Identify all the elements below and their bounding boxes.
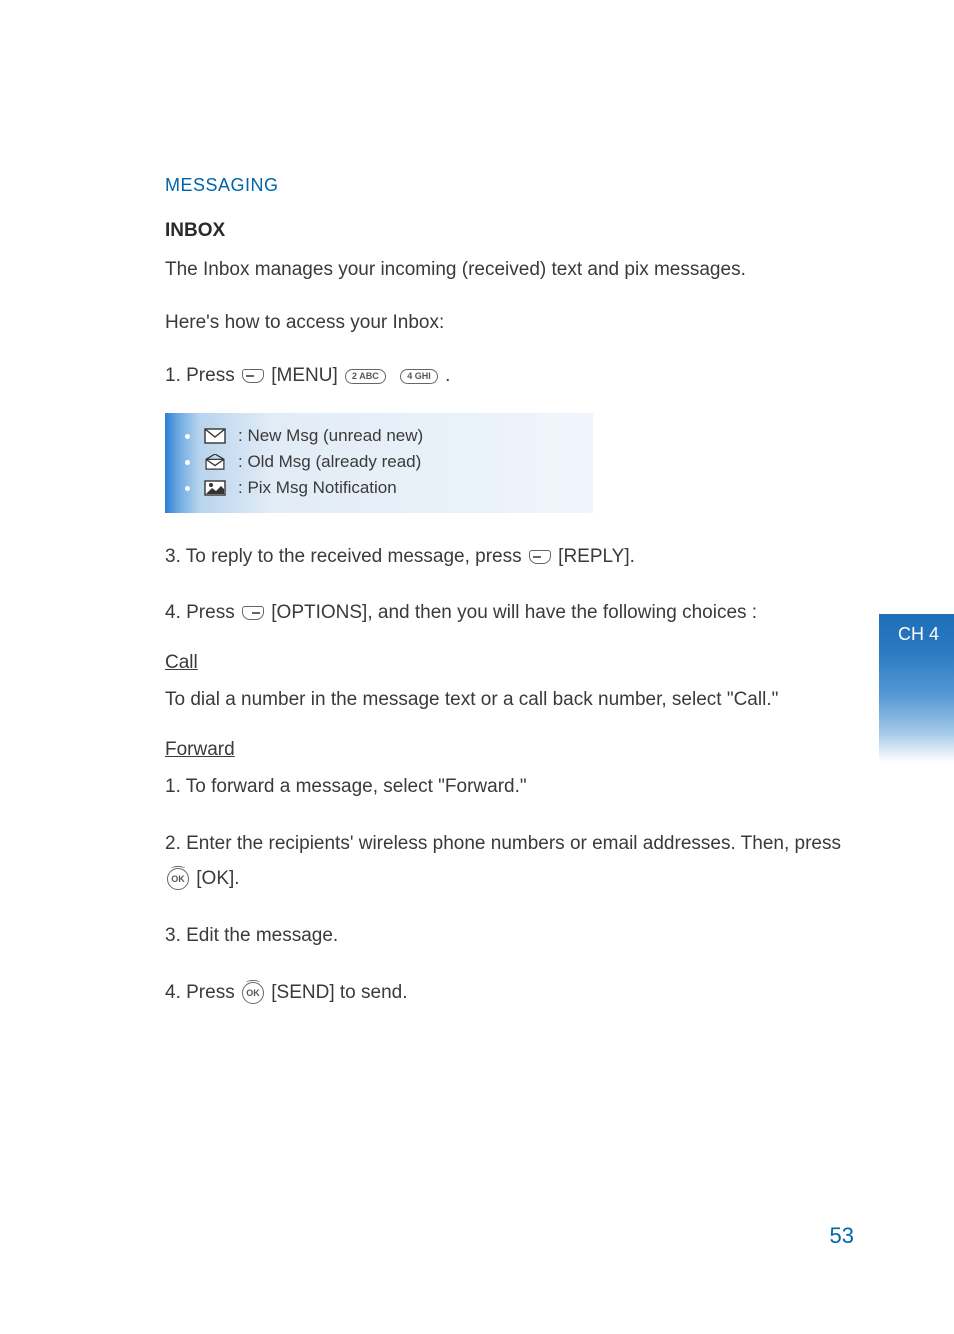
intro-text-2: Here's how to access your Inbox: xyxy=(165,305,854,340)
step-1-menu: [MENU] xyxy=(266,365,343,386)
fwd4-suffix: [SEND] to send. xyxy=(266,982,408,1003)
step-3-prefix: 3. To reply to the received message, pre… xyxy=(165,546,527,567)
bullet-icon xyxy=(185,486,190,491)
legend-label-new: : New Msg (unread new) xyxy=(238,426,423,446)
option-call-body: To dial a number in the message text or … xyxy=(165,682,854,717)
step-1-prefix: 1. Press xyxy=(165,365,240,386)
legend-label-pix: : Pix Msg Notification xyxy=(238,478,397,498)
icon-legend-box: : New Msg (unread new) : Old Msg (alread… xyxy=(165,413,593,513)
fwd2-suffix: [OK]. xyxy=(191,868,240,889)
section-title: MESSAGING xyxy=(165,175,854,196)
step-4-suffix: [OPTIONS], and then you will have the fo… xyxy=(266,602,757,623)
step-1: 1. Press [MENU] 2 ABC 4 GHI . xyxy=(165,358,854,393)
envelope-closed-icon xyxy=(204,428,226,444)
step-3-suffix: [REPLY]. xyxy=(553,546,635,567)
key-4-icon: 4 GHI xyxy=(400,369,438,384)
chapter-tab-label: CH 4 xyxy=(879,614,954,645)
bullet-icon xyxy=(185,460,190,465)
step-4-prefix: 4. Press xyxy=(165,602,240,623)
legend-label-old: : Old Msg (already read) xyxy=(238,452,421,472)
intro-text-1: The Inbox manages your incoming (receive… xyxy=(165,252,854,287)
fwd4-prefix: 4. Press xyxy=(165,982,240,1003)
left-softkey-icon xyxy=(529,550,551,564)
fwd2-prefix: 2. Enter the recipients' wireless phone … xyxy=(165,833,841,854)
key-2-icon: 2 ABC xyxy=(345,369,386,384)
forward-step-3: 3. Edit the message. xyxy=(165,918,854,953)
right-softkey-icon xyxy=(242,606,264,620)
forward-step-2: 2. Enter the recipients' wireless phone … xyxy=(165,826,854,896)
ok-button-icon: OK xyxy=(242,982,264,1004)
legend-item-old: : Old Msg (already read) xyxy=(185,449,577,475)
pix-msg-icon xyxy=(204,480,226,496)
option-call-title: Call xyxy=(165,652,854,674)
legend-item-pix: : Pix Msg Notification xyxy=(185,475,577,501)
forward-step-1: 1. To forward a message, select "Forward… xyxy=(165,769,854,804)
chapter-tab: CH 4 xyxy=(879,614,954,762)
envelope-open-icon xyxy=(204,454,226,470)
left-softkey-icon xyxy=(242,369,264,383)
page-number: 53 xyxy=(830,1223,854,1249)
bullet-icon xyxy=(185,434,190,439)
step-1-suffix: . xyxy=(440,365,451,386)
forward-step-4: 4. Press OK [SEND] to send. xyxy=(165,975,854,1010)
legend-item-new: : New Msg (unread new) xyxy=(185,423,577,449)
option-forward-title: Forward xyxy=(165,739,854,761)
subsection-inbox: INBOX xyxy=(165,220,854,242)
step-3: 3. To reply to the received message, pre… xyxy=(165,539,854,574)
ok-button-icon: OK xyxy=(167,868,189,890)
step-4: 4. Press [OPTIONS], and then you will ha… xyxy=(165,595,854,630)
